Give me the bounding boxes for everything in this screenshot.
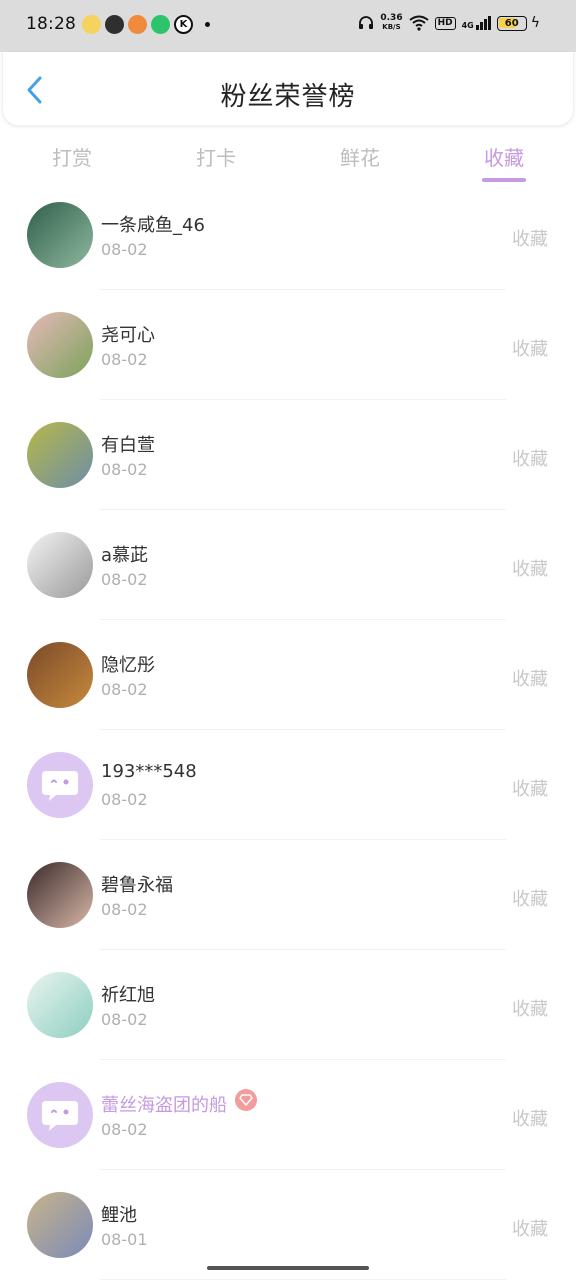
fan-row[interactable]: 鲤池 08-01 收藏 <box>0 1170 576 1280</box>
fan-date: 08-02 <box>101 460 148 479</box>
avatar[interactable] <box>27 1192 93 1258</box>
favorite-label: 收藏 <box>512 669 548 690</box>
favorite-label: 收藏 <box>512 999 548 1020</box>
avatar[interactable] <box>27 422 93 488</box>
net-speed-unit: KB/S <box>382 23 401 31</box>
favorite-label: 收藏 <box>512 1219 548 1240</box>
avatar[interactable] <box>27 642 93 708</box>
page-title: 粉丝荣誉榜 <box>220 82 356 112</box>
fan-row[interactable]: 隐忆彤 08-02 收藏 <box>0 620 576 730</box>
fan-name: 尧可心 <box>101 325 155 346</box>
fan-row[interactable]: 碧鲁永福 08-02 收藏 <box>0 840 576 950</box>
fan-name: a慕茈 <box>101 545 149 566</box>
favorite-label: 收藏 <box>512 339 548 360</box>
tab-label: 打卡 <box>196 146 236 170</box>
avatar[interactable] <box>27 202 93 268</box>
fan-date: 08-02 <box>101 790 148 809</box>
fan-date: 08-02 <box>101 900 148 919</box>
fan-name: 一条咸鱼_46 <box>101 215 205 236</box>
fan-name: 有白萱 <box>101 435 155 456</box>
fan-row[interactable]: 尧可心 08-02 收藏 <box>0 290 576 400</box>
home-indicator[interactable] <box>207 1266 369 1270</box>
net-speed: 0.36 KB/S <box>380 14 402 32</box>
k-app-icon: K <box>174 15 193 34</box>
fan-name: 祈红旭 <box>101 985 155 1006</box>
status-bar: 18:28 K 0.36 KB/S HD 4G 60 ϟ <box>0 0 576 52</box>
header: 粉丝荣誉榜 <box>2 52 574 126</box>
fan-name: 鲤池 <box>101 1205 137 1226</box>
tab-label: 鲜花 <box>340 146 380 170</box>
fan-row[interactable]: 有白萱 08-02 收藏 <box>0 400 576 510</box>
favorite-label: 收藏 <box>512 229 548 250</box>
default-avatar[interactable] <box>27 1082 93 1148</box>
headphones-icon <box>359 16 374 29</box>
fan-date: 08-02 <box>101 680 148 699</box>
status-indicators: 0.36 KB/S HD 4G 60 ϟ <box>358 14 540 32</box>
favorite-label: 收藏 <box>512 889 548 910</box>
fan-row[interactable]: 193***548 08-02 收藏 <box>0 730 576 840</box>
fan-row[interactable]: 祈红旭 08-02 收藏 <box>0 950 576 1060</box>
fan-date: 08-02 <box>101 240 148 259</box>
favorite-label: 收藏 <box>512 1109 548 1130</box>
avatar[interactable] <box>27 312 93 378</box>
more-notifications-dot <box>205 22 210 27</box>
fan-name: 蕾丝海盗团的船 <box>101 1095 227 1116</box>
favorite-label: 收藏 <box>512 449 548 470</box>
avatar[interactable] <box>27 532 93 598</box>
fan-row[interactable]: a慕茈 08-02 收藏 <box>0 510 576 620</box>
status-time: 18:28 <box>26 14 76 34</box>
charging-icon: ϟ <box>530 15 540 31</box>
network-type: 4G <box>461 21 474 30</box>
favorite-label: 收藏 <box>512 779 548 800</box>
fan-date: 08-02 <box>101 1120 148 1139</box>
fan-date: 08-01 <box>101 1230 148 1249</box>
fan-row[interactable]: 一条咸鱼_46 08-02 收藏 <box>0 180 576 290</box>
fan-name: 193***548 <box>101 761 197 782</box>
fan-row[interactable]: 蕾丝海盗团的船 08-02 收藏 <box>0 1060 576 1170</box>
fan-date: 08-02 <box>101 350 148 369</box>
message-icon <box>151 15 170 34</box>
fan-list: 一条咸鱼_46 08-02 收藏 尧可心 08-02 收藏 有白萱 08-02 收藏 a慕茈 08-… <box>0 180 576 1280</box>
fan-name: 隐忆彤 <box>101 655 155 676</box>
favorite-label: 收藏 <box>512 559 548 580</box>
signal-icon: 4G <box>462 16 491 30</box>
diamond-badge-icon <box>235 1089 257 1111</box>
tab-label: 打赏 <box>52 146 92 170</box>
vip-badge-wrap <box>227 1089 257 1111</box>
app-notification-icon <box>82 15 101 34</box>
default-avatar[interactable] <box>27 752 93 818</box>
wifi-icon <box>408 15 429 31</box>
fan-name: 碧鲁永福 <box>101 875 173 896</box>
battery-icon: 60 <box>496 15 527 31</box>
status-app-icons: K <box>82 15 210 34</box>
net-speed-value: 0.36 <box>380 13 403 23</box>
hd-icon: HD <box>434 16 456 30</box>
tab-label: 收藏 <box>484 146 524 170</box>
app-notification-icon <box>128 15 147 34</box>
wechat-icon <box>105 15 124 34</box>
avatar[interactable] <box>27 862 93 928</box>
fan-date: 08-02 <box>101 570 148 589</box>
fan-date: 08-02 <box>101 1010 148 1029</box>
avatar[interactable] <box>27 972 93 1038</box>
battery-level: 60 <box>504 17 519 29</box>
